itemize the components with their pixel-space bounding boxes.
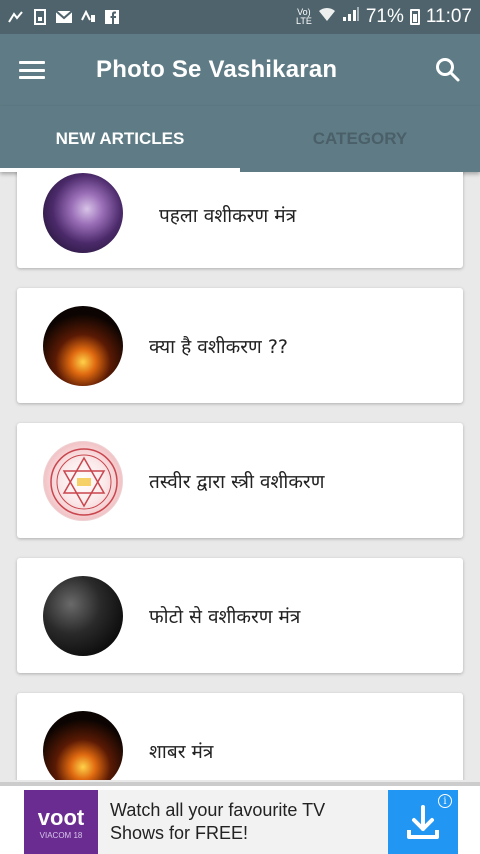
missed-call-icon (8, 10, 24, 24)
signal-icon (342, 6, 360, 28)
lte-label: LTE (295, 16, 312, 26)
article-card[interactable]: शाबर मंत्र (17, 693, 463, 780)
download-icon (407, 805, 439, 839)
app-bar: Photo Se Vashikaran (0, 34, 480, 106)
battery-icon (409, 9, 420, 25)
search-button[interactable] (416, 34, 480, 106)
article-title: फोटो से वशीकरण मंत्र (149, 605, 301, 628)
file-icon (32, 9, 48, 25)
status-bar: Vo) LTE 71% 11:07 (0, 0, 480, 34)
ad-content[interactable]: voot VIACOM 18 Watch all your favourite … (24, 790, 458, 854)
article-title: क्या है वशीकरण ?? (149, 335, 288, 358)
hamburger-menu-icon (19, 61, 45, 79)
ad-text-line: Watch all your favourite TV (110, 800, 326, 820)
voot-logo: voot VIACOM 18 (24, 790, 98, 854)
article-card[interactable]: क्या है वशीकरण ?? (17, 288, 463, 403)
ad-banner[interactable]: voot VIACOM 18 Watch all your favourite … (0, 782, 480, 854)
fa-icon (80, 10, 96, 24)
article-thumbnail (43, 173, 123, 253)
article-thumbnail (43, 440, 123, 521)
facebook-icon (104, 10, 120, 24)
menu-button[interactable] (0, 34, 64, 106)
wifi-icon (318, 6, 336, 28)
clock: 11:07 (425, 6, 472, 27)
network-label: Vo) LTE (296, 8, 312, 26)
ad-text: Watch all your favourite TV Shows for FR… (110, 799, 325, 845)
article-thumbnail (43, 575, 123, 656)
voot-logo-text: voot (37, 804, 85, 830)
article-card[interactable]: तस्वीर द्वारा स्त्री वशीकरण (17, 423, 463, 538)
app-title: Photo Se Vashikaran (96, 56, 338, 83)
article-title: पहला वशीकरण मंत्र (159, 205, 297, 227)
article-card[interactable]: फोटो से वशीकरण मंत्र (17, 558, 463, 673)
article-list[interactable]: पहला वशीकरण मंत्र क्या है वशीकरण ?? तस्व… (0, 172, 480, 780)
article-card[interactable]: पहला वशीकरण मंत्र (17, 172, 463, 268)
ad-info-icon[interactable]: i (438, 794, 452, 808)
ad-download-button[interactable]: i (388, 790, 458, 854)
tab-bar: NEW ARTICLES CATEGORY (0, 106, 480, 172)
notification-icons (8, 9, 120, 25)
article-thumbnail (43, 305, 123, 386)
battery-percent: 71% (365, 6, 404, 27)
tab-category[interactable]: CATEGORY (240, 106, 480, 172)
voot-logo-sub: VIACOM 18 (39, 830, 83, 840)
email-icon (56, 10, 72, 24)
tab-new-articles[interactable]: NEW ARTICLES (0, 106, 240, 172)
article-title: शाबर मंत्र (149, 740, 214, 763)
search-icon (436, 58, 460, 82)
ad-text-line: Shows for FREE! (110, 823, 249, 843)
article-title: तस्वीर द्वारा स्त्री वशीकरण (149, 470, 325, 493)
article-thumbnail (43, 710, 123, 780)
system-status: Vo) LTE 71% 11:07 (296, 6, 472, 28)
